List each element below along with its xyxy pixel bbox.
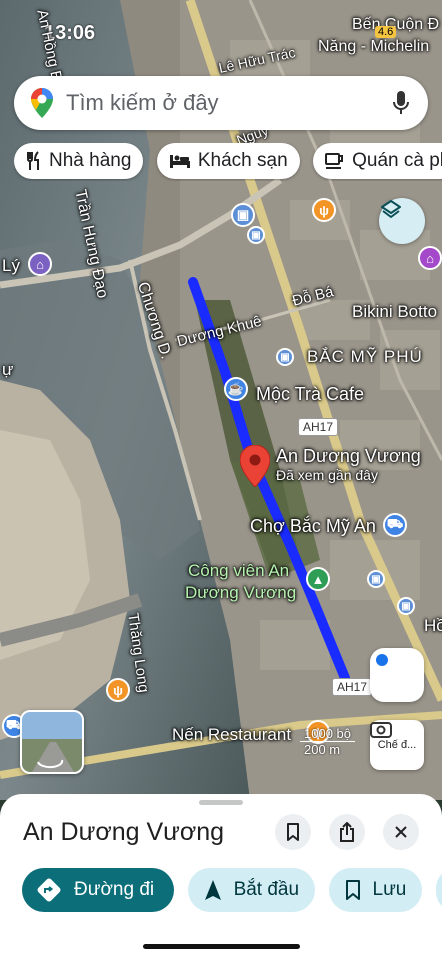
map-scale: 1000 bộ 200 m	[300, 726, 355, 757]
category-chips: Nhà hàng Khách sạn Quán cà phê	[14, 143, 442, 181]
park-label[interactable]: Công viên An	[188, 561, 289, 581]
bed-icon	[169, 153, 191, 169]
place-title: An Dương Vương	[23, 818, 225, 846]
area-label: BẮC MỸ PHÚ	[307, 347, 423, 366]
scale-top: 1000 bộ	[300, 726, 355, 742]
place-bottom-sheet[interactable]: An Dương Vương Đường đi Bắt đầu Lưu	[0, 794, 442, 960]
map-label[interactable]: Nến Restaurant	[172, 725, 291, 745]
poi-restaurant-icon[interactable]: ψ	[312, 198, 336, 222]
coffee-icon	[325, 152, 345, 170]
bookmark-icon	[345, 880, 361, 900]
poi-bus-icon[interactable]: ▣	[276, 348, 294, 366]
highway-shield: AH17	[298, 418, 339, 436]
street-view-thumbnail[interactable]	[20, 710, 84, 774]
camera-icon	[370, 722, 392, 738]
poi-attraction-icon[interactable]: ⌂	[418, 246, 442, 270]
microphone-icon[interactable]	[392, 90, 410, 116]
poi-museum-icon[interactable]: ⌂	[28, 252, 52, 276]
share-button[interactable]	[329, 814, 365, 850]
highway-shield: AH17	[332, 678, 373, 696]
poi-restaurant-icon[interactable]: ψ	[106, 678, 130, 702]
directions-button[interactable]: Đường đi	[22, 868, 175, 912]
map-label: Lý	[2, 256, 20, 275]
map-label: Hồ	[424, 616, 442, 635]
search-bar[interactable]: Tìm kiếm ở đây	[14, 76, 428, 130]
location-pin-icon[interactable]	[240, 445, 270, 487]
chip-label: Quán cà phê	[352, 150, 442, 171]
map-label[interactable]: Bikini Botto	[352, 302, 437, 322]
home-indicator	[143, 944, 300, 949]
street-view-rotate-icon	[32, 742, 74, 772]
chip-hotels[interactable]: Khách sạn	[156, 143, 300, 179]
layers-button[interactable]	[379, 198, 425, 244]
chip-cafes[interactable]: Quán cà phê	[313, 143, 442, 179]
chip-label: Khách sạn	[197, 150, 288, 171]
park-label[interactable]: Dương Vương	[185, 583, 296, 603]
save-label: Lưu	[372, 879, 407, 900]
google-maps-logo-icon	[31, 88, 53, 118]
share-icon	[340, 822, 354, 842]
layers-icon	[381, 200, 401, 218]
poi-bus-icon[interactable]: ▣	[231, 203, 255, 227]
camera-mode-button[interactable]: Chế đ...	[370, 720, 424, 770]
poi-bus-icon[interactable]: ▣	[397, 597, 415, 615]
bookmark-icon	[287, 823, 299, 841]
navigation-arrow-icon	[204, 879, 222, 901]
search-input[interactable]: Tìm kiếm ở đây	[66, 90, 392, 116]
pin-title-label[interactable]: An Dương Vương	[276, 446, 421, 467]
more-actions-button[interactable]	[435, 868, 442, 912]
map-label[interactable]: Năng - Michelin	[318, 38, 429, 56]
poi-park-icon[interactable]: ▲	[306, 567, 330, 591]
poi-market-icon[interactable]: ⛟	[383, 513, 407, 537]
my-location-button[interactable]	[370, 648, 424, 702]
start-label: Bắt đầu	[233, 879, 300, 900]
pin-subtitle-label: Đã xem gần đây	[276, 467, 378, 483]
poi-cafe-icon[interactable]: ☕	[224, 377, 248, 401]
poi-bus-icon[interactable]: ▣	[247, 226, 265, 244]
rating-badge: 4.6	[375, 26, 397, 38]
poi-bus-icon[interactable]: ▣	[367, 570, 385, 588]
my-location-icon	[376, 654, 388, 666]
chip-restaurants[interactable]: Nhà hàng	[14, 143, 144, 179]
place-actions: Đường đi Bắt đầu Lưu	[22, 868, 442, 914]
fork-knife-icon	[26, 151, 42, 171]
start-button[interactable]: Bắt đầu	[187, 868, 316, 912]
save-place-button[interactable]	[275, 814, 311, 850]
directions-label: Đường đi	[74, 879, 155, 900]
close-button[interactable]	[383, 814, 419, 850]
map-label[interactable]: Chợ Bắc Mỹ An	[250, 516, 376, 537]
scale-bottom: 200 m	[304, 742, 341, 757]
sheet-drag-handle[interactable]	[199, 800, 243, 805]
directions-icon	[36, 877, 62, 903]
chip-label: Nhà hàng	[49, 150, 132, 171]
close-icon	[395, 826, 407, 838]
map-label: ự	[2, 360, 14, 379]
camera-mode-label: Chế đ...	[377, 739, 417, 751]
save-button[interactable]: Lưu	[328, 868, 423, 912]
map-label[interactable]: Mộc Trà Cafe	[256, 384, 364, 405]
